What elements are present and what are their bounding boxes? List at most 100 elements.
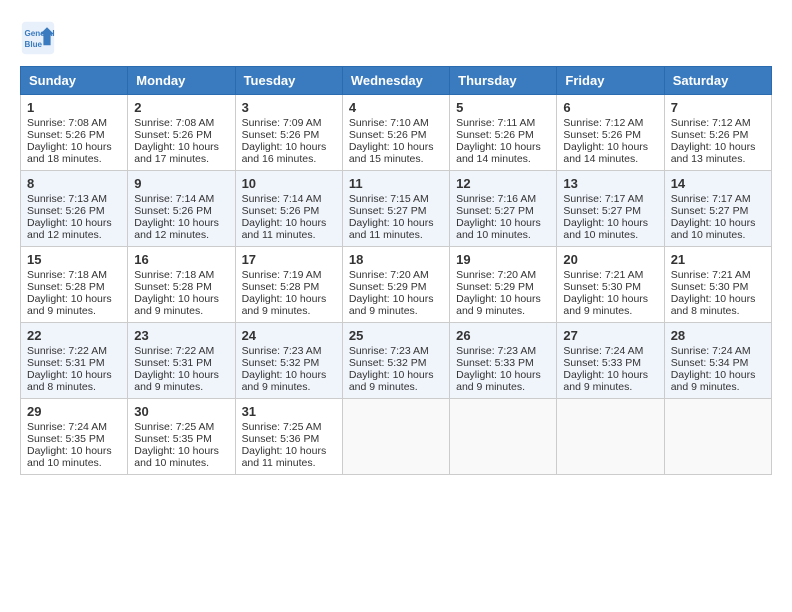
sunset: Sunset: 5:28 PM	[27, 281, 105, 293]
day-number: 20	[563, 252, 657, 267]
daylight: Daylight: 10 hours and 17 minutes.	[134, 141, 219, 165]
day-number: 23	[134, 328, 228, 343]
weekday-thursday: Thursday	[450, 67, 557, 95]
daylight: Daylight: 10 hours and 9 minutes.	[456, 369, 541, 393]
sunrise: Sunrise: 7:08 AM	[27, 117, 107, 129]
calendar-cell: 14 Sunrise: 7:17 AM Sunset: 5:27 PM Dayl…	[664, 171, 771, 247]
sunset: Sunset: 5:28 PM	[134, 281, 212, 293]
day-number: 29	[27, 404, 121, 419]
calendar-cell: 8 Sunrise: 7:13 AM Sunset: 5:26 PM Dayli…	[21, 171, 128, 247]
calendar-row: 15 Sunrise: 7:18 AM Sunset: 5:28 PM Dayl…	[21, 247, 772, 323]
sunset: Sunset: 5:31 PM	[134, 357, 212, 369]
weekday-tuesday: Tuesday	[235, 67, 342, 95]
sunset: Sunset: 5:26 PM	[27, 129, 105, 141]
calendar-cell	[557, 399, 664, 475]
calendar-cell	[450, 399, 557, 475]
weekday-header-row: SundayMondayTuesdayWednesdayThursdayFrid…	[21, 67, 772, 95]
calendar-cell: 30 Sunrise: 7:25 AM Sunset: 5:35 PM Dayl…	[128, 399, 235, 475]
calendar-cell: 17 Sunrise: 7:19 AM Sunset: 5:28 PM Dayl…	[235, 247, 342, 323]
sunrise: Sunrise: 7:19 AM	[242, 269, 322, 281]
day-number: 12	[456, 176, 550, 191]
calendar-body: 1 Sunrise: 7:08 AM Sunset: 5:26 PM Dayli…	[21, 95, 772, 475]
sunrise: Sunrise: 7:22 AM	[27, 345, 107, 357]
sunset: Sunset: 5:26 PM	[349, 129, 427, 141]
day-number: 27	[563, 328, 657, 343]
daylight: Daylight: 10 hours and 14 minutes.	[456, 141, 541, 165]
calendar-cell: 16 Sunrise: 7:18 AM Sunset: 5:28 PM Dayl…	[128, 247, 235, 323]
calendar-cell: 20 Sunrise: 7:21 AM Sunset: 5:30 PM Dayl…	[557, 247, 664, 323]
sunset: Sunset: 5:26 PM	[27, 205, 105, 217]
sunset: Sunset: 5:30 PM	[671, 281, 749, 293]
calendar-cell: 26 Sunrise: 7:23 AM Sunset: 5:33 PM Dayl…	[450, 323, 557, 399]
day-number: 13	[563, 176, 657, 191]
day-number: 6	[563, 100, 657, 115]
weekday-saturday: Saturday	[664, 67, 771, 95]
calendar-cell: 28 Sunrise: 7:24 AM Sunset: 5:34 PM Dayl…	[664, 323, 771, 399]
daylight: Daylight: 10 hours and 14 minutes.	[563, 141, 648, 165]
sunset: Sunset: 5:31 PM	[27, 357, 105, 369]
day-number: 2	[134, 100, 228, 115]
day-number: 18	[349, 252, 443, 267]
daylight: Daylight: 10 hours and 18 minutes.	[27, 141, 112, 165]
day-number: 16	[134, 252, 228, 267]
sunset: Sunset: 5:26 PM	[456, 129, 534, 141]
daylight: Daylight: 10 hours and 9 minutes.	[671, 369, 756, 393]
sunset: Sunset: 5:27 PM	[456, 205, 534, 217]
daylight: Daylight: 10 hours and 9 minutes.	[349, 369, 434, 393]
sunset: Sunset: 5:32 PM	[242, 357, 320, 369]
calendar-cell: 6 Sunrise: 7:12 AM Sunset: 5:26 PM Dayli…	[557, 95, 664, 171]
sunset: Sunset: 5:26 PM	[563, 129, 641, 141]
calendar-cell: 4 Sunrise: 7:10 AM Sunset: 5:26 PM Dayli…	[342, 95, 449, 171]
day-number: 19	[456, 252, 550, 267]
calendar-cell: 22 Sunrise: 7:22 AM Sunset: 5:31 PM Dayl…	[21, 323, 128, 399]
daylight: Daylight: 10 hours and 10 minutes.	[671, 217, 756, 241]
day-number: 28	[671, 328, 765, 343]
sunrise: Sunrise: 7:12 AM	[671, 117, 751, 129]
general-blue-icon: General Blue	[20, 20, 56, 56]
calendar-cell: 19 Sunrise: 7:20 AM Sunset: 5:29 PM Dayl…	[450, 247, 557, 323]
calendar-row: 8 Sunrise: 7:13 AM Sunset: 5:26 PM Dayli…	[21, 171, 772, 247]
sunset: Sunset: 5:35 PM	[134, 433, 212, 445]
page-header: General Blue	[20, 20, 772, 56]
sunset: Sunset: 5:32 PM	[349, 357, 427, 369]
sunset: Sunset: 5:26 PM	[242, 205, 320, 217]
day-number: 11	[349, 176, 443, 191]
sunrise: Sunrise: 7:14 AM	[134, 193, 214, 205]
sunset: Sunset: 5:26 PM	[671, 129, 749, 141]
sunrise: Sunrise: 7:25 AM	[242, 421, 322, 433]
weekday-wednesday: Wednesday	[342, 67, 449, 95]
daylight: Daylight: 10 hours and 9 minutes.	[242, 369, 327, 393]
day-number: 14	[671, 176, 765, 191]
calendar-cell: 25 Sunrise: 7:23 AM Sunset: 5:32 PM Dayl…	[342, 323, 449, 399]
calendar-cell: 2 Sunrise: 7:08 AM Sunset: 5:26 PM Dayli…	[128, 95, 235, 171]
calendar-cell: 31 Sunrise: 7:25 AM Sunset: 5:36 PM Dayl…	[235, 399, 342, 475]
calendar-cell: 9 Sunrise: 7:14 AM Sunset: 5:26 PM Dayli…	[128, 171, 235, 247]
sunset: Sunset: 5:35 PM	[27, 433, 105, 445]
daylight: Daylight: 10 hours and 11 minutes.	[349, 217, 434, 241]
daylight: Daylight: 10 hours and 10 minutes.	[456, 217, 541, 241]
daylight: Daylight: 10 hours and 9 minutes.	[27, 293, 112, 317]
sunrise: Sunrise: 7:24 AM	[27, 421, 107, 433]
calendar-cell: 23 Sunrise: 7:22 AM Sunset: 5:31 PM Dayl…	[128, 323, 235, 399]
calendar-row: 29 Sunrise: 7:24 AM Sunset: 5:35 PM Dayl…	[21, 399, 772, 475]
daylight: Daylight: 10 hours and 9 minutes.	[134, 293, 219, 317]
daylight: Daylight: 10 hours and 10 minutes.	[27, 445, 112, 469]
daylight: Daylight: 10 hours and 11 minutes.	[242, 217, 327, 241]
svg-text:Blue: Blue	[25, 40, 43, 49]
daylight: Daylight: 10 hours and 16 minutes.	[242, 141, 327, 165]
sunrise: Sunrise: 7:21 AM	[563, 269, 643, 281]
day-number: 5	[456, 100, 550, 115]
sunset: Sunset: 5:26 PM	[134, 129, 212, 141]
sunrise: Sunrise: 7:15 AM	[349, 193, 429, 205]
sunrise: Sunrise: 7:24 AM	[563, 345, 643, 357]
day-number: 17	[242, 252, 336, 267]
day-number: 31	[242, 404, 336, 419]
day-number: 7	[671, 100, 765, 115]
daylight: Daylight: 10 hours and 9 minutes.	[456, 293, 541, 317]
day-number: 30	[134, 404, 228, 419]
sunset: Sunset: 5:29 PM	[456, 281, 534, 293]
calendar-cell: 11 Sunrise: 7:15 AM Sunset: 5:27 PM Dayl…	[342, 171, 449, 247]
sunset: Sunset: 5:27 PM	[349, 205, 427, 217]
sunset: Sunset: 5:28 PM	[242, 281, 320, 293]
day-number: 9	[134, 176, 228, 191]
